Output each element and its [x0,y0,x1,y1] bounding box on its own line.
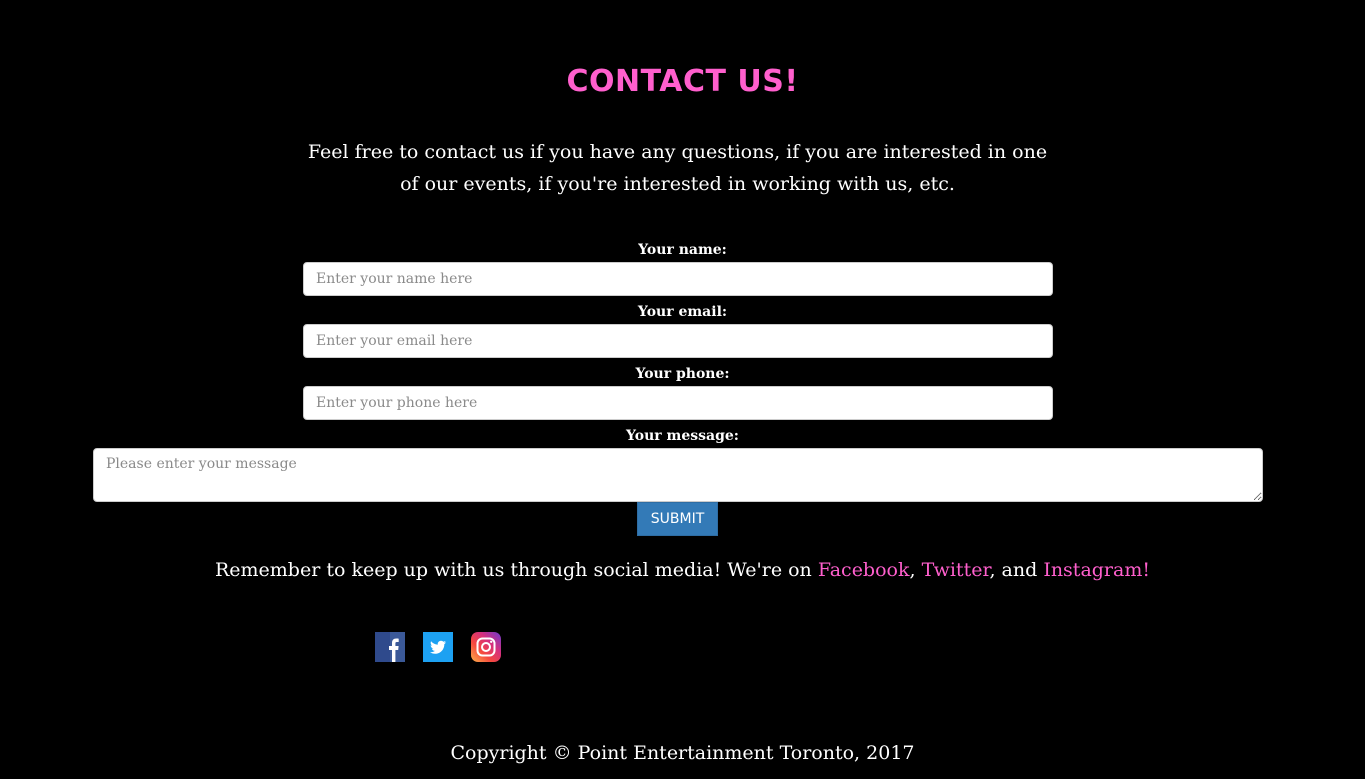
message-label: Your message: [626,428,739,444]
name-input[interactable] [303,262,1053,296]
facebook-link[interactable]: Facebook [818,559,910,581]
social-text: Remember to keep up with us through soci… [0,559,1365,581]
email-input[interactable] [303,324,1053,358]
name-label: Your name: [638,242,727,258]
page-title: CONTACT US! [566,64,799,99]
social-separator-2: , and [989,559,1044,581]
copyright-text: Copyright © Point Entertainment Toronto,… [450,742,915,764]
twitter-icon[interactable] [423,632,453,662]
phone-label: Your phone: [635,366,730,382]
social-icons [375,632,501,662]
email-label: Your email: [637,304,728,320]
intro-text: Feel free to contact us if you have any … [307,141,1048,195]
instagram-link[interactable]: Instagram! [1043,559,1150,581]
twitter-link[interactable]: Twitter [922,559,990,581]
social-text-before: Remember to keep up with us through soci… [214,559,818,581]
message-textarea[interactable] [93,448,1263,502]
instagram-icon[interactable] [471,632,501,662]
phone-input[interactable] [303,386,1053,420]
social-separator-1: , [909,559,922,581]
facebook-icon[interactable] [375,632,405,662]
submit-button[interactable]: SUBMIT [637,502,718,536]
